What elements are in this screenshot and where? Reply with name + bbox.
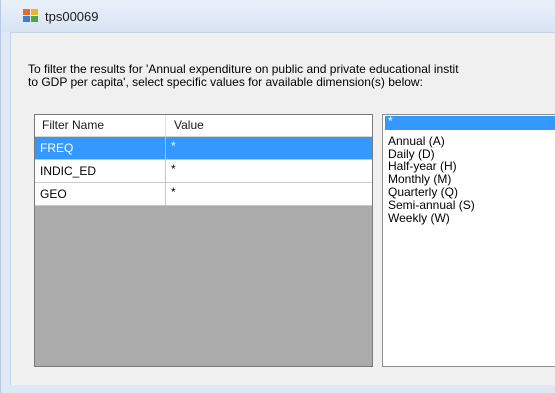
grid-cell-value[interactable]: * [166,183,372,205]
grid-cell-filter-name[interactable]: FREQ [35,137,166,159]
grid-cell-filter-name[interactable]: INDIC_ED [35,160,166,182]
filter-grid[interactable]: Filter Name Value FREQ * INDIC_ED * GEO … [34,114,373,367]
grid-row-freq[interactable]: FREQ * [35,137,372,160]
list-item-annual[interactable]: Annual (A) [385,135,555,147]
description-line-2: to GDP per capita', select specific valu… [28,75,423,89]
grid-cell-value[interactable]: * [166,160,372,182]
dialog-window: tps00069 To filter the results for 'Annu… [0,0,555,393]
app-window-icon [23,9,39,23]
filter-description: To filter the results for 'Annual expend… [28,63,555,89]
grid-cell-filter-name[interactable]: GEO [35,183,166,205]
list-item-quarterly[interactable]: Quarterly (Q) [385,186,555,198]
window-bottom-border [10,385,555,393]
grid-row-indic-ed[interactable]: INDIC_ED * [35,160,372,183]
list-item-weekly[interactable]: Weekly (W) [385,212,555,224]
list-item-all[interactable]: * [385,115,555,130]
grid-cell-value[interactable]: * [166,137,372,159]
title-bar[interactable]: tps00069 [1,0,555,32]
window-title: tps00069 [45,9,99,24]
list-item-semi-annual[interactable]: Semi-annual (S) [385,199,555,211]
column-header-filter-name[interactable]: Filter Name [35,115,166,136]
grid-header: Filter Name Value [35,115,372,137]
grid-row-geo[interactable]: GEO * [35,183,372,206]
list-item-half-year[interactable]: Half-year (H) [385,160,555,172]
dimension-values-listbox[interactable]: * Annual (A) Daily (D) Half-year (H) Mon… [382,114,555,367]
list-item-monthly[interactable]: Monthly (M) [385,173,555,185]
column-header-value[interactable]: Value [166,115,372,136]
